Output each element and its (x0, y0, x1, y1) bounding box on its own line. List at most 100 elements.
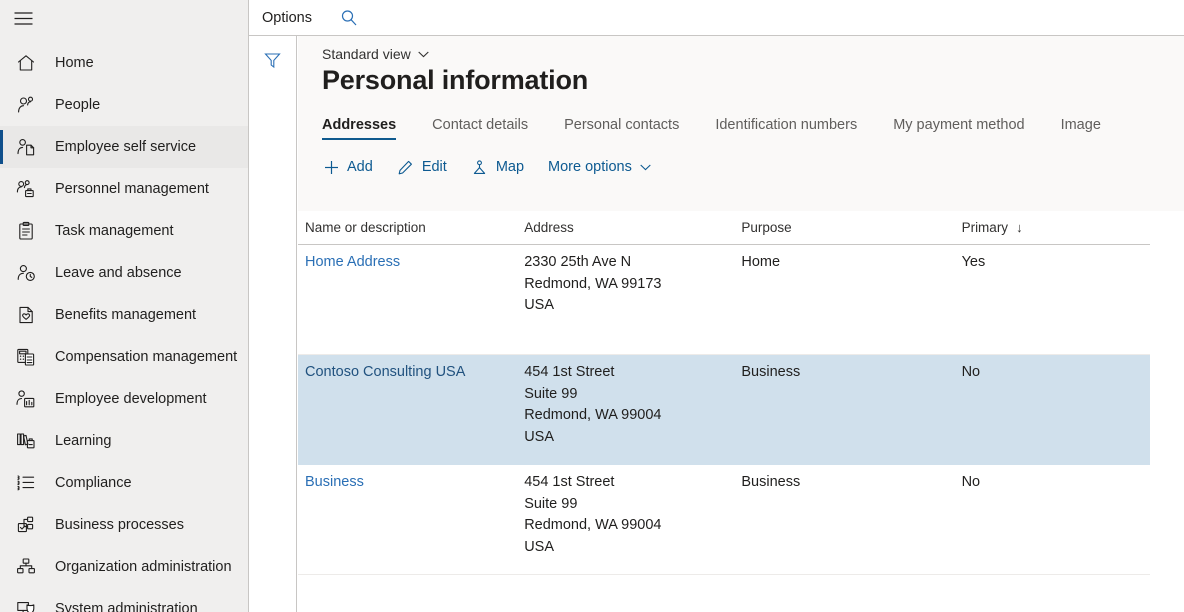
sidebar-item-organization-administration[interactable]: Organization administration (0, 546, 248, 588)
sidebar-item-label: Task management (55, 223, 174, 239)
cell-primary: No (961, 474, 981, 490)
sidebar-item-label: System administration (55, 601, 198, 612)
hamburger-icon (14, 11, 33, 25)
tab-identification-numbers[interactable]: Identification numbers (715, 117, 857, 140)
sidebar-item-employee-development[interactable]: Employee development (0, 378, 248, 420)
sidebar-item-label: Compensation management (55, 349, 238, 365)
sidebar-item-leave-and-absence[interactable]: Leave and absence (0, 252, 248, 294)
table-row[interactable]: Contoso Consulting USA 454 1st Street Sui… (298, 355, 1150, 465)
sidebar-item-label: Benefits management (55, 307, 197, 323)
toolbar-more-options-button[interactable]: More options (548, 159, 651, 175)
column-header-primary[interactable]: Primary ↓ (962, 220, 1150, 235)
page-title: Personal information (322, 65, 589, 95)
sidebar-item-compliance[interactable]: Compliance (0, 462, 248, 504)
top-command-bar: Options (249, 0, 1184, 36)
cell-primary: Yes (961, 254, 986, 270)
sidebar-item-compensation-management[interactable]: Compensation management (0, 336, 248, 378)
sidebar-item-benefits-management[interactable]: Benefits management (0, 294, 248, 336)
tab-strip: Addresses Contact details Personal contact… (322, 110, 1184, 140)
calculator-icon (12, 345, 40, 369)
people-badge-icon (12, 177, 40, 201)
cell-name[interactable]: Business (305, 472, 524, 567)
view-selector[interactable]: Standard view (322, 46, 429, 62)
person-icon (12, 93, 40, 117)
sidebar-item-people[interactable]: People (0, 84, 248, 126)
sidebar-item-employee-self-service[interactable]: Employee self service (0, 126, 248, 168)
sidebar-item-label: Employee development (55, 391, 207, 407)
filter-icon[interactable] (262, 49, 284, 71)
column-header-label: Primary (961, 220, 1009, 235)
sidebar-item-label: Business processes (55, 517, 184, 533)
flowchart-check-icon (12, 513, 40, 537)
sidebar-item-label: Leave and absence (55, 265, 182, 281)
toolbar-add-button[interactable]: Add (322, 158, 373, 176)
filter-rail (249, 36, 297, 612)
person-page-icon (12, 135, 40, 159)
sidebar-item-system-administration[interactable]: System administration (0, 588, 248, 612)
chevron-down-icon (640, 164, 651, 171)
search-icon[interactable] (338, 7, 360, 29)
map-pin-icon (471, 158, 489, 176)
cell-address: 454 1st Street Suite 99 Redmond, WA 9900… (524, 474, 662, 555)
books-icon (12, 429, 40, 453)
table-row[interactable]: Home Address 2330 25th Ave N Redmond, WA … (298, 245, 1150, 355)
chevron-down-icon (418, 51, 429, 58)
tab-addresses[interactable]: Addresses (322, 117, 397, 140)
options-button[interactable]: Options (262, 10, 312, 26)
person-clock-icon (12, 261, 40, 285)
tab-image[interactable]: Image (1061, 117, 1101, 140)
cell-name[interactable]: Contoso Consulting USA (305, 362, 524, 457)
toolbar-item-label: More options (548, 159, 632, 175)
sidebar-item-business-processes[interactable]: Business processes (0, 504, 248, 546)
cell-purpose: Business (741, 364, 801, 380)
app-window: Home People Employee self service Personnel… (0, 0, 1184, 612)
page-heart-icon (12, 303, 40, 327)
cell-address: 2330 25th Ave N Redmond, WA 99173 USA (524, 254, 662, 313)
table-row[interactable]: Business 454 1st Street Suite 99 Redmond,… (298, 465, 1150, 575)
column-header-label: Purpose (741, 220, 792, 235)
grid-header-row: Name or description Address Purpose Primary… (298, 211, 1150, 245)
column-header-address[interactable]: Address (524, 220, 741, 235)
sidebar-item-task-management[interactable]: Task management (0, 210, 248, 252)
toolbar-item-label: Edit (421, 159, 447, 175)
tab-personal-contacts[interactable]: Personal contacts (564, 117, 679, 140)
plus-icon (322, 158, 340, 176)
clipboard-icon (12, 219, 40, 243)
column-header-label: Address (524, 220, 574, 235)
sidebar-item-learning[interactable]: Learning (0, 420, 248, 462)
cell-purpose: Business (741, 474, 801, 490)
search-glyph-icon (341, 9, 357, 25)
pencil-icon (397, 158, 415, 176)
sidebar-item-label: Personnel management (55, 181, 209, 197)
cell-purpose: Home (741, 254, 781, 270)
page-header: Standard view Personal information Addre… (298, 36, 1184, 211)
hamburger-menu-icon[interactable] (0, 0, 48, 36)
toolbar-edit-button[interactable]: Edit (397, 158, 447, 176)
action-toolbar: Add Edit Map More options (322, 154, 1184, 180)
sort-descending-icon: ↓ (1016, 220, 1023, 235)
org-chart-icon (12, 555, 40, 579)
sidebar-item-home[interactable]: Home (0, 42, 248, 84)
left-navigation: Home People Employee self service Personnel… (0, 0, 249, 612)
toolbar-item-label: Add (347, 159, 373, 175)
cell-primary: No (961, 364, 981, 380)
toolbar-item-label: Map (495, 159, 525, 175)
column-header-label: Name or description (305, 220, 426, 235)
sidebar-item-label: Employee self service (55, 139, 197, 155)
tab-my-payment-method[interactable]: My payment method (893, 117, 1024, 140)
sidebar-item-personnel-management[interactable]: Personnel management (0, 168, 248, 210)
column-header-purpose[interactable]: Purpose (741, 220, 961, 235)
toolbar-map-button[interactable]: Map (471, 158, 524, 176)
funnel-icon (264, 52, 281, 68)
cell-name[interactable]: Home Address (305, 252, 524, 347)
person-chart-icon (12, 387, 40, 411)
tab-contact-details[interactable]: Contact details (432, 117, 528, 140)
sidebar-item-label: Organization administration (55, 559, 232, 575)
cell-address: 454 1st Street Suite 99 Redmond, WA 9900… (524, 364, 662, 445)
addresses-grid: Name or description Address Purpose Primary… (298, 211, 1184, 575)
grid-body: Home Address 2330 25th Ave N Redmond, WA … (298, 245, 1184, 575)
sidebar-item-label: People (55, 97, 101, 113)
checklist-icon (12, 471, 40, 495)
sidebar-item-label: Home (55, 55, 94, 71)
column-header-name-or-description[interactable]: Name or description (305, 220, 524, 235)
